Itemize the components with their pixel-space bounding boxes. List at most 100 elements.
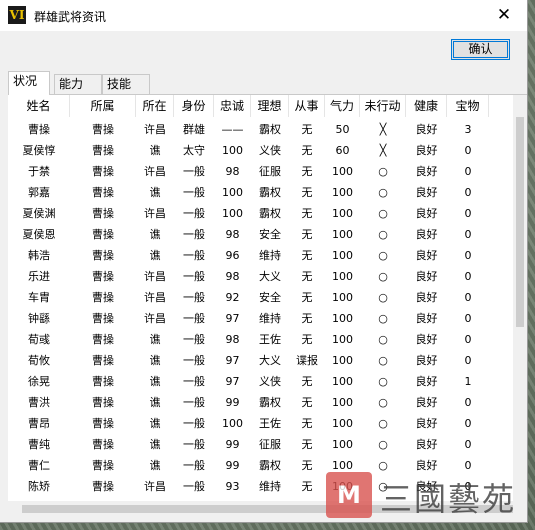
cell-not-acted: ○ bbox=[378, 165, 388, 178]
officer-info-window: VI 群雄武将资讯 ✕ 确认 状况 能力 技能 姓名 所属 所在 身份 忠诚 理想 从事 气力… bbox=[0, 0, 528, 523]
cell-affiliation: 曹操 bbox=[92, 228, 114, 241]
cell-vigor: 100 bbox=[332, 396, 353, 409]
cell-name: 徐晃 bbox=[28, 375, 50, 388]
cell-vigor: 100 bbox=[332, 291, 353, 304]
cell-location: 谯 bbox=[149, 438, 161, 451]
table-row[interactable]: 韩浩 曹操 谯 一般 96 维持 无 100 ○ 良好 0 bbox=[8, 245, 513, 266]
cell-health: 良好 bbox=[415, 228, 438, 241]
table-row[interactable]: 曹纯 曹操 谯 一般 99 征服 无 100 ○ 良好 0 bbox=[8, 434, 513, 455]
cell-occupation: 无 bbox=[301, 459, 313, 472]
vertical-scroll-thumb[interactable] bbox=[516, 117, 524, 327]
cell-health: 良好 bbox=[415, 312, 438, 325]
cell-ideal: 王佐 bbox=[259, 333, 281, 346]
cell-treasure: 0 bbox=[464, 228, 472, 241]
column-header-location[interactable]: 所在 bbox=[136, 95, 174, 117]
table-row[interactable]: 荀彧 曹操 谯 一般 98 王佐 无 100 ○ 良好 0 bbox=[8, 329, 513, 350]
cell-occupation: 无 bbox=[301, 291, 313, 304]
close-button[interactable]: ✕ bbox=[481, 0, 527, 31]
column-header-vigor[interactable]: 气力 bbox=[325, 95, 360, 117]
cell-vigor: 100 bbox=[332, 354, 353, 367]
column-header-not-acted[interactable]: 未行动 bbox=[360, 95, 406, 117]
table-row[interactable]: 于禁 曹操 许昌 一般 98 征服 无 100 ○ 良好 0 bbox=[8, 161, 513, 182]
table-row[interactable]: 乐进 曹操 许昌 一般 98 大义 无 100 ○ 良好 0 bbox=[8, 266, 513, 287]
table-row[interactable]: 陈矫 曹操 许昌 一般 93 维持 无 100 ○ 良好 0 bbox=[8, 476, 513, 497]
cell-occupation: 无 bbox=[301, 165, 313, 178]
horizontal-scrollbar[interactable] bbox=[8, 501, 527, 517]
cell-ideal: 霸权 bbox=[259, 123, 281, 136]
cell-ideal: 霸权 bbox=[259, 459, 281, 472]
cell-loyalty: 99 bbox=[225, 438, 240, 451]
cell-affiliation: 曹操 bbox=[92, 165, 114, 178]
table-row[interactable]: 郭嘉 曹操 谯 一般 100 霸权 无 100 ○ 良好 0 bbox=[8, 182, 513, 203]
cell-loyalty: 98 bbox=[225, 270, 240, 283]
tab-status[interactable]: 状况 bbox=[8, 71, 50, 95]
cell-location: 许昌 bbox=[144, 291, 166, 304]
cell-treasure: 0 bbox=[464, 438, 472, 451]
table-row[interactable]: 曹昂 曹操 谯 一般 100 王佐 无 100 ○ 良好 0 bbox=[8, 413, 513, 434]
table-row[interactable]: 钟繇 曹操 许昌 一般 97 维持 无 100 ○ 良好 0 bbox=[8, 308, 513, 329]
cell-rank: 太守 bbox=[183, 144, 205, 157]
cell-not-acted: ○ bbox=[378, 354, 388, 367]
table-row[interactable]: 车胄 曹操 许昌 一般 92 安全 无 100 ○ 良好 0 bbox=[8, 287, 513, 308]
table-row[interactable]: 曹操 曹操 许昌 群雄 —— 霸权 无 50 ╳ 良好 3 bbox=[8, 119, 513, 140]
cell-not-acted: ╳ bbox=[379, 144, 387, 157]
cell-health: 良好 bbox=[415, 207, 438, 220]
cell-name: 荀彧 bbox=[28, 333, 50, 346]
cell-health: 良好 bbox=[415, 291, 438, 304]
table-row[interactable]: 曹洪 曹操 谯 一般 99 霸权 无 100 ○ 良好 0 bbox=[8, 392, 513, 413]
column-header-loyalty[interactable]: 忠诚 bbox=[214, 95, 251, 117]
cell-health: 良好 bbox=[415, 459, 438, 472]
column-header-treasure[interactable]: 宝物 bbox=[447, 95, 489, 117]
cell-rank: 一般 bbox=[183, 249, 205, 262]
cell-name: 陈矫 bbox=[28, 480, 50, 493]
table-row[interactable]: 徐晃 曹操 谯 一般 97 义侠 无 100 ○ 良好 1 bbox=[8, 371, 513, 392]
cell-location: 谯 bbox=[149, 354, 161, 367]
cell-loyalty: 96 bbox=[225, 249, 240, 262]
vertical-scrollbar[interactable] bbox=[513, 95, 527, 501]
cell-treasure: 0 bbox=[464, 144, 472, 157]
column-header-ideal[interactable]: 理想 bbox=[251, 95, 289, 117]
title-bar[interactable]: VI 群雄武将资讯 ✕ bbox=[0, 0, 527, 31]
cell-affiliation: 曹操 bbox=[92, 207, 114, 220]
cell-affiliation: 曹操 bbox=[92, 249, 114, 262]
cell-affiliation: 曹操 bbox=[92, 312, 114, 325]
cell-rank: 一般 bbox=[183, 291, 205, 304]
cell-not-acted: ○ bbox=[378, 270, 388, 283]
cell-ideal: 大义 bbox=[259, 354, 281, 367]
cell-name: 曹洪 bbox=[28, 396, 50, 409]
table-row[interactable]: 夏侯惇 曹操 谯 太守 100 义侠 无 60 ╳ 良好 0 bbox=[8, 140, 513, 161]
column-header-health[interactable]: 健康 bbox=[406, 95, 447, 117]
column-header-affiliation[interactable]: 所属 bbox=[70, 95, 136, 117]
cell-not-acted: ○ bbox=[378, 333, 388, 346]
cell-rank: 一般 bbox=[183, 438, 205, 451]
column-header-occupation[interactable]: 从事 bbox=[289, 95, 325, 117]
cell-not-acted: ○ bbox=[378, 249, 388, 262]
cell-name: 郭嘉 bbox=[28, 186, 50, 199]
cell-affiliation: 曹操 bbox=[92, 459, 114, 472]
column-header-rank[interactable]: 身份 bbox=[174, 95, 214, 117]
cell-affiliation: 曹操 bbox=[92, 270, 114, 283]
cell-treasure: 0 bbox=[464, 249, 472, 262]
cell-not-acted: ╳ bbox=[379, 123, 387, 136]
table-row[interactable]: 荀攸 曹操 谯 一般 97 大义 谍报 100 ○ 良好 0 bbox=[8, 350, 513, 371]
cell-location: 许昌 bbox=[144, 123, 166, 136]
horizontal-scroll-thumb[interactable] bbox=[22, 505, 513, 513]
cell-loyalty: 100 bbox=[222, 144, 243, 157]
cell-health: 良好 bbox=[415, 396, 438, 409]
cell-not-acted: ○ bbox=[378, 459, 388, 472]
cell-affiliation: 曹操 bbox=[92, 186, 114, 199]
cell-ideal: 维持 bbox=[259, 312, 281, 325]
cell-location: 谯 bbox=[149, 333, 161, 346]
tab-ability[interactable]: 能力 bbox=[54, 74, 102, 94]
cell-rank: 一般 bbox=[183, 375, 205, 388]
confirm-button[interactable]: 确认 bbox=[451, 39, 510, 60]
tab-skill[interactable]: 技能 bbox=[102, 74, 150, 94]
cell-health: 良好 bbox=[415, 186, 438, 199]
table-row[interactable]: 曹仁 曹操 谯 一般 99 霸权 无 100 ○ 良好 0 bbox=[8, 455, 513, 476]
table-row[interactable]: 夏侯恩 曹操 谯 一般 98 安全 无 100 ○ 良好 0 bbox=[8, 224, 513, 245]
cell-ideal: 义侠 bbox=[259, 375, 281, 388]
table-row[interactable]: 夏侯渊 曹操 许昌 一般 100 霸权 无 100 ○ 良好 0 bbox=[8, 203, 513, 224]
cell-affiliation: 曹操 bbox=[92, 396, 114, 409]
column-header-name[interactable]: 姓名 bbox=[8, 95, 70, 117]
cell-rank: 一般 bbox=[183, 270, 205, 283]
